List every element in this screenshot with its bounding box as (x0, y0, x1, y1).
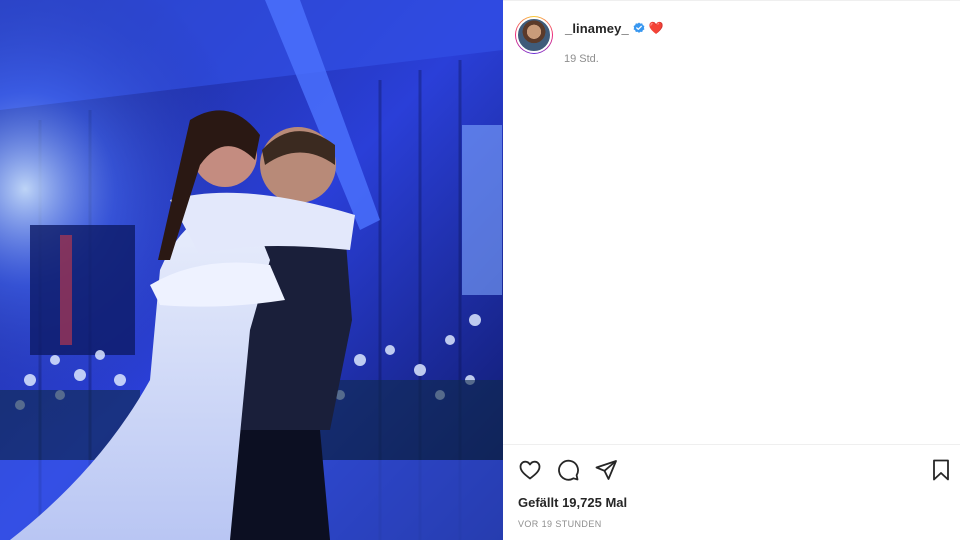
comment-button[interactable] (555, 457, 581, 483)
post-footer: Gefällt 19,725 Mal VOR 19 STUNDEN (503, 444, 960, 540)
heart-icon (519, 460, 541, 480)
post-photo[interactable] (0, 0, 503, 540)
post-header: _linamey_ ❤️ (515, 15, 664, 55)
bookmark-icon (933, 459, 949, 481)
heart-emoji: ❤️ (648, 21, 664, 35)
instagram-post: _linamey_ ❤️ 19 Std. Gefällt 19,725 Mal … (0, 0, 960, 540)
verified-badge-icon (633, 22, 645, 33)
time-ago: 19 Std. (564, 53, 599, 65)
post-sidebar: _linamey_ ❤️ 19 Std. Gefällt 19,725 Mal … (503, 0, 960, 540)
comment-icon (558, 459, 579, 481)
paper-plane-icon (595, 460, 617, 480)
story-ring[interactable] (515, 16, 553, 54)
posted-timestamp[interactable]: VOR 19 STUNDEN (518, 519, 602, 529)
wedding-photo-illustration (0, 0, 503, 540)
save-button[interactable] (928, 457, 954, 483)
action-bar (517, 457, 619, 483)
share-button[interactable] (593, 457, 619, 483)
username-link[interactable]: _linamey_ (565, 21, 629, 36)
like-button[interactable] (517, 457, 543, 483)
likes-count[interactable]: Gefällt 19,725 Mal (518, 495, 627, 510)
avatar[interactable] (516, 17, 552, 53)
author-line: _linamey_ ❤️ (565, 21, 664, 36)
